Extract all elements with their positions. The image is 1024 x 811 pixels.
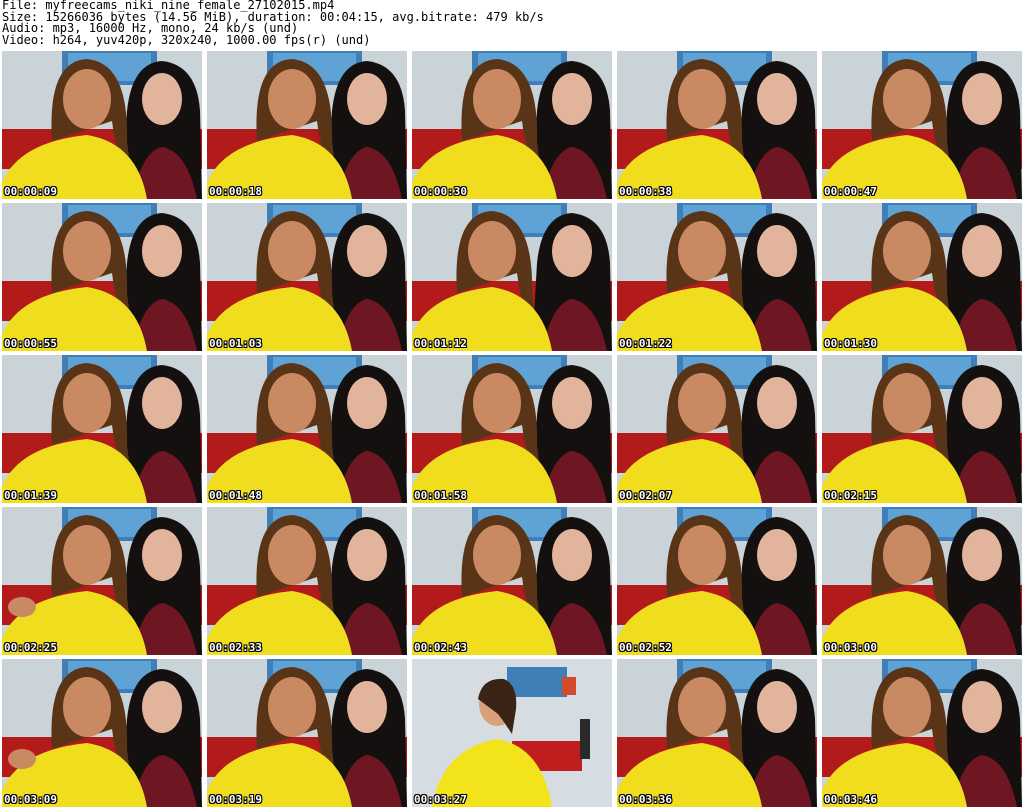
frame-image — [2, 659, 202, 807]
timestamp-label: 00:00:47 — [824, 185, 877, 198]
timestamp-label: 00:00:55 — [4, 337, 57, 350]
frame-image — [412, 355, 612, 503]
video-frame-thumbnail: 00:01:58 — [412, 355, 612, 503]
frame-image — [207, 507, 407, 655]
timestamp-label: 00:01:12 — [414, 337, 467, 350]
timestamp-label: 00:00:09 — [4, 185, 57, 198]
video-frame-thumbnail: 00:03:19 — [207, 659, 407, 807]
frame-image — [822, 51, 1022, 199]
video-frame-thumbnail: 00:03:46 — [822, 659, 1022, 807]
thumbnail-grid: 00:00:09 00:00:18 00:00:30 00:00:38 00:00:47… — [2, 51, 1022, 811]
frame-image — [412, 507, 612, 655]
timestamp-label: 00:03:19 — [209, 793, 262, 806]
video-frame-thumbnail: 00:00:30 — [412, 51, 612, 199]
frame-image — [822, 659, 1022, 807]
timestamp-label: 00:00:38 — [619, 185, 672, 198]
video-frame-thumbnail: 00:00:38 — [617, 51, 817, 199]
video-frame-thumbnail: 00:03:00 — [822, 507, 1022, 655]
frame-image — [617, 203, 817, 351]
frame-image — [2, 51, 202, 199]
timestamp-label: 00:01:48 — [209, 489, 262, 502]
video-frame-thumbnail: 00:01:03 — [207, 203, 407, 351]
video-frame-thumbnail: 00:02:25 — [2, 507, 202, 655]
frame-image — [2, 203, 202, 351]
frame-image — [207, 355, 407, 503]
video-frame-thumbnail: 00:03:27 — [412, 659, 612, 807]
frame-image — [617, 507, 817, 655]
video-frame-thumbnail: 00:02:15 — [822, 355, 1022, 503]
video-frame-thumbnail: 00:01:12 — [412, 203, 612, 351]
video-frame-thumbnail: 00:02:43 — [412, 507, 612, 655]
frame-image — [207, 203, 407, 351]
video-frame-thumbnail: 00:02:52 — [617, 507, 817, 655]
timestamp-label: 00:03:36 — [619, 793, 672, 806]
timestamp-label: 00:00:30 — [414, 185, 467, 198]
video-frame-thumbnail: 00:01:48 — [207, 355, 407, 503]
frame-image — [822, 355, 1022, 503]
frame-image — [207, 51, 407, 199]
video-frame-thumbnail: 00:01:39 — [2, 355, 202, 503]
timestamp-label: 00:00:18 — [209, 185, 262, 198]
video-frame-thumbnail: 00:03:36 — [617, 659, 817, 807]
video-frame-thumbnail: 00:03:09 — [2, 659, 202, 807]
video-line: Video: h264, yuv420p, 320x240, 1000.00 f… — [2, 32, 371, 47]
timestamp-label: 00:01:30 — [824, 337, 877, 350]
frame-image — [412, 51, 612, 199]
frame-image — [617, 51, 817, 199]
frame-image — [822, 203, 1022, 351]
video-frame-thumbnail: 00:00:09 — [2, 51, 202, 199]
frame-image — [412, 659, 612, 807]
video-frame-thumbnail: 00:00:47 — [822, 51, 1022, 199]
timestamp-label: 00:03:27 — [414, 793, 467, 806]
video-frame-thumbnail: 00:00:55 — [2, 203, 202, 351]
timestamp-label: 00:03:00 — [824, 641, 877, 654]
video-frame-thumbnail: 00:02:07 — [617, 355, 817, 503]
frame-image — [822, 507, 1022, 655]
file-info-header: File: myfreecams_niki_nine_female_271020… — [2, 0, 544, 46]
video-frame-thumbnail: 00:00:18 — [207, 51, 407, 199]
video-frame-thumbnail: 00:01:22 — [617, 203, 817, 351]
timestamp-label: 00:03:46 — [824, 793, 877, 806]
frame-image — [2, 507, 202, 655]
frame-image — [617, 355, 817, 503]
video-frame-thumbnail: 00:02:33 — [207, 507, 407, 655]
timestamp-label: 00:02:43 — [414, 641, 467, 654]
frame-image — [2, 355, 202, 503]
video-frame-thumbnail: 00:01:30 — [822, 203, 1022, 351]
timestamp-label: 00:01:58 — [414, 489, 467, 502]
timestamp-label: 00:01:03 — [209, 337, 262, 350]
timestamp-label: 00:02:33 — [209, 641, 262, 654]
timestamp-label: 00:01:39 — [4, 489, 57, 502]
timestamp-label: 00:02:07 — [619, 489, 672, 502]
frame-image — [412, 203, 612, 351]
frame-image — [617, 659, 817, 807]
frame-image — [207, 659, 407, 807]
timestamp-label: 00:01:22 — [619, 337, 672, 350]
timestamp-label: 00:02:52 — [619, 641, 672, 654]
timestamp-label: 00:03:09 — [4, 793, 57, 806]
timestamp-label: 00:02:15 — [824, 489, 877, 502]
timestamp-label: 00:02:25 — [4, 641, 57, 654]
